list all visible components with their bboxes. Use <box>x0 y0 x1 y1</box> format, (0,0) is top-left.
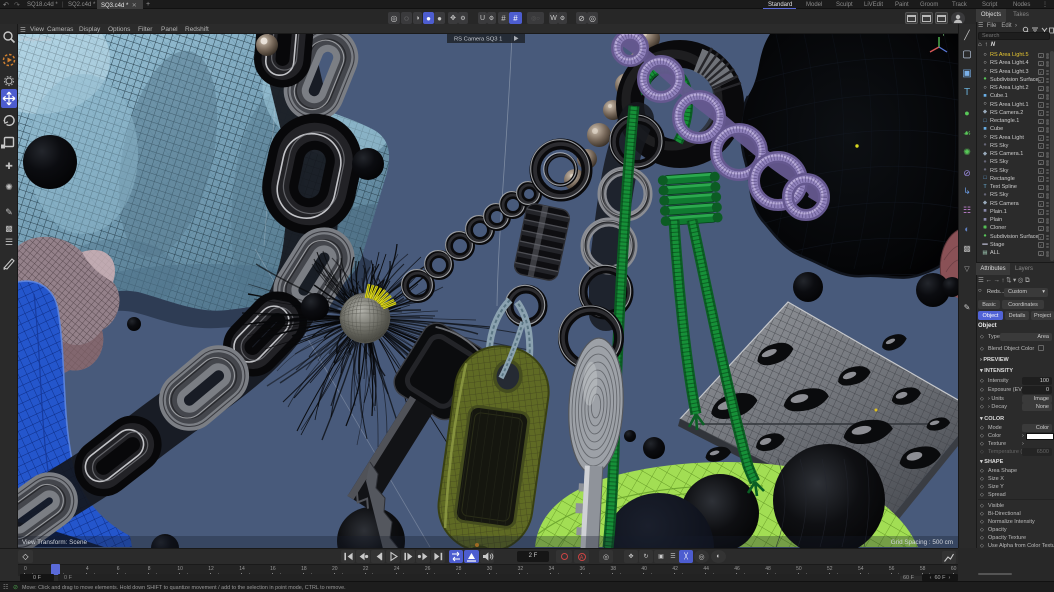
svg-text:Perspective: Perspective <box>20 37 52 43</box>
svg-text:Grid Spacing : 500 cm: Grid Spacing : 500 cm <box>891 539 953 546</box>
svg-text:View Transform: Scene: View Transform: Scene <box>22 539 87 546</box>
svg-text:RS Camera SQ3 1: RS Camera SQ3 1 <box>454 37 502 43</box>
